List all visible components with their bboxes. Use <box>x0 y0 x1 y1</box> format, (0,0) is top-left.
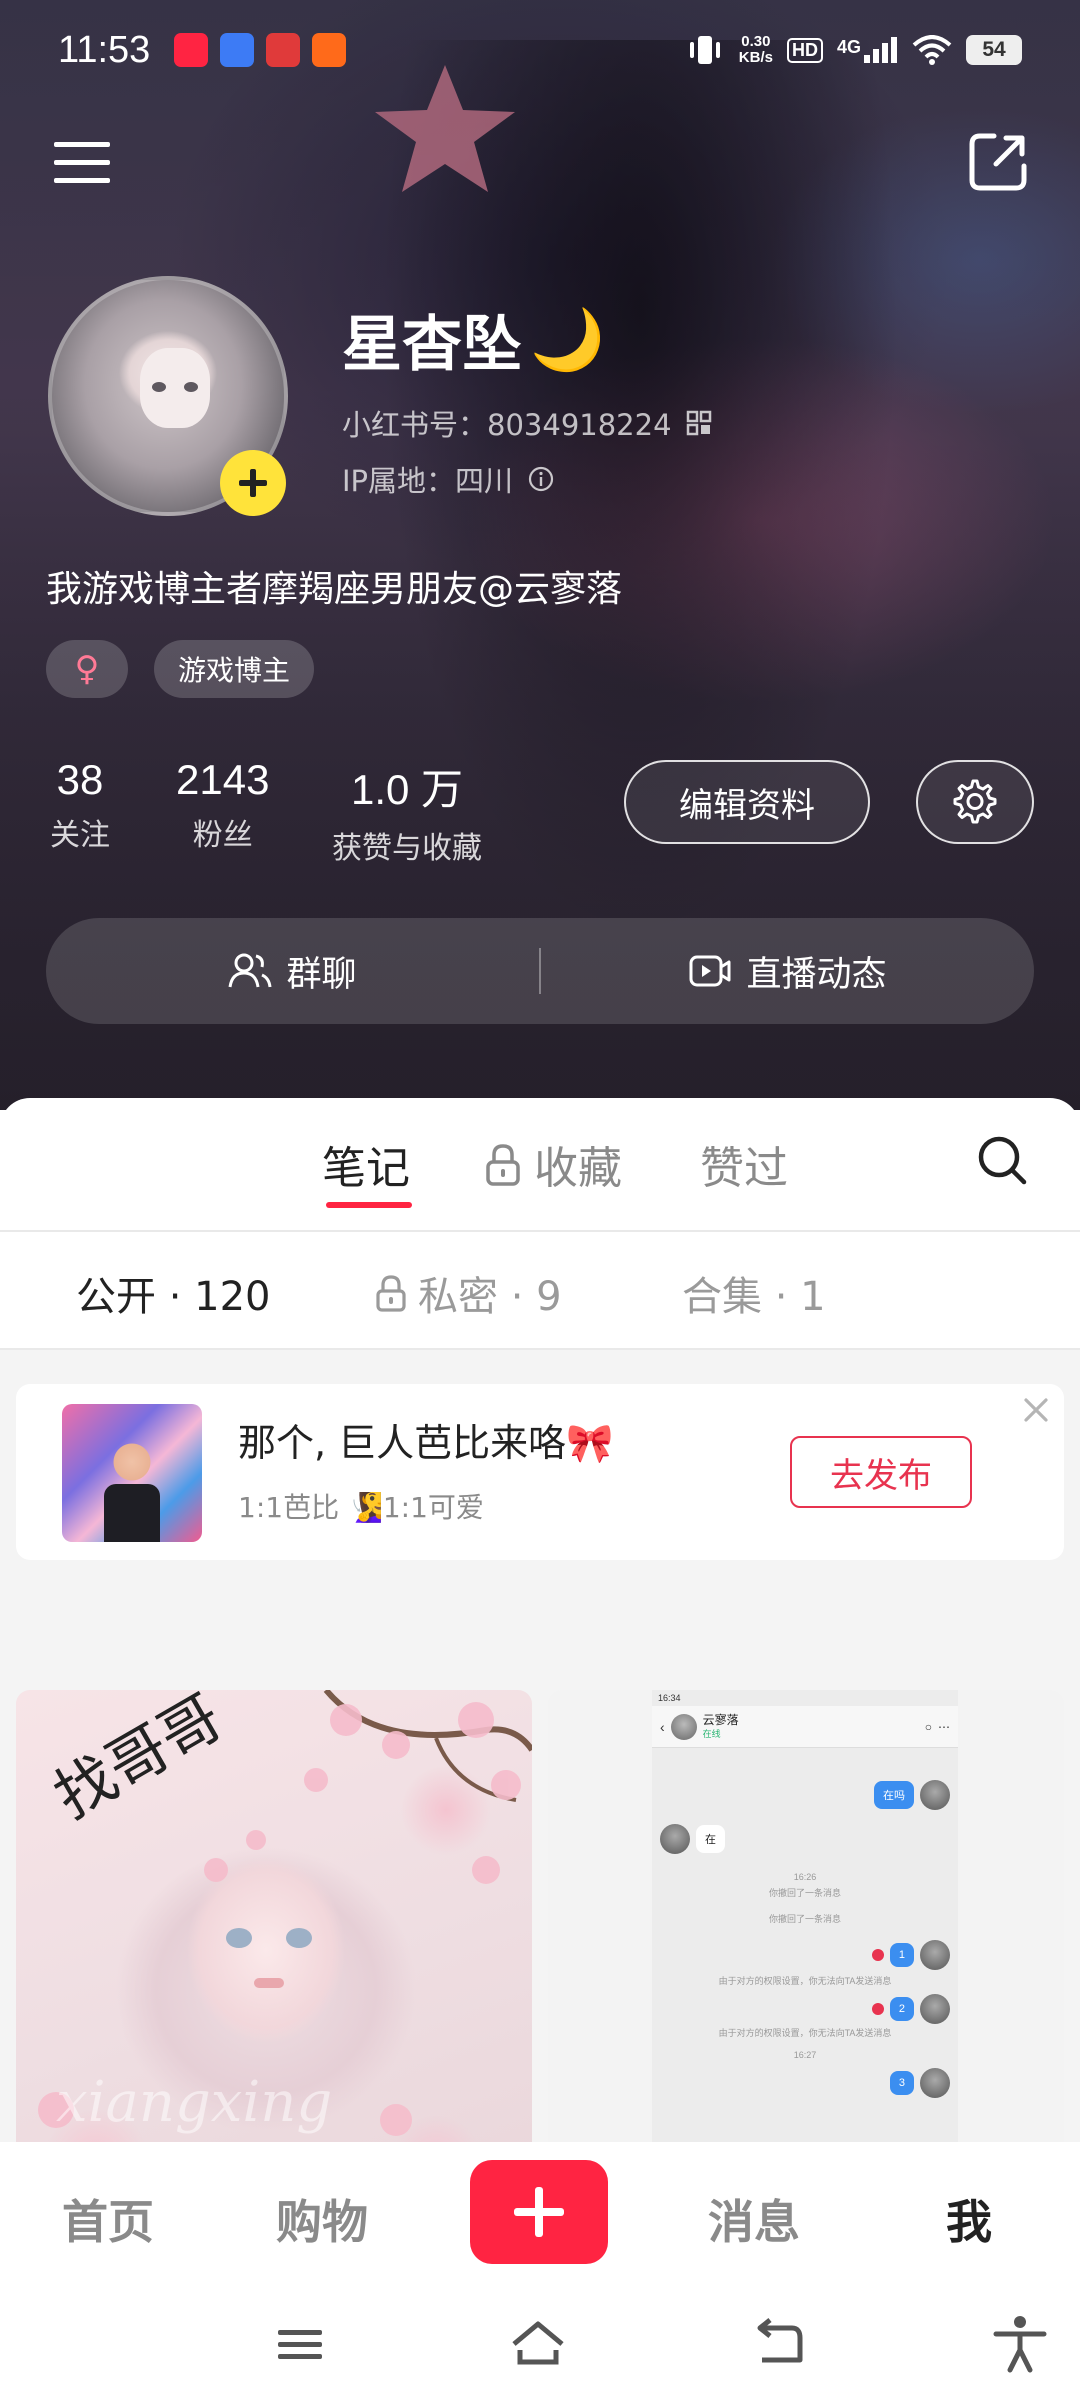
nickname-text: 星杳坠 <box>342 310 522 380</box>
back-icon[interactable] <box>748 2314 808 2374</box>
tab-liked[interactable]: 赞过 <box>700 1132 788 1196</box>
more-icon: ⋯ <box>938 1719 950 1734</box>
network-speed: 0.30 KB/s <box>738 33 773 66</box>
group-icon <box>228 953 272 988</box>
menu-icon[interactable] <box>50 130 114 194</box>
nav-me[interactable]: 我 <box>946 2186 992 2252</box>
stat-likes-collects[interactable]: 1.0 万 获赞与收藏 <box>332 756 482 867</box>
nav-messages[interactable]: 消息 <box>708 2186 800 2252</box>
group-chat-button[interactable]: 群聊 <box>46 946 539 997</box>
tab-collect[interactable]: 收藏 <box>484 1132 622 1196</box>
wifi-icon <box>912 35 952 65</box>
plus-icon <box>239 469 267 497</box>
stat-following[interactable]: 38 关注 <box>50 756 110 854</box>
nav-home[interactable]: 首页 <box>62 2186 154 2252</box>
profile-tags: ♀ 游戏博主 <box>46 640 315 698</box>
wallet-app-icon <box>266 33 301 67</box>
subtab-collection[interactable]: 合集 · 1 <box>682 1264 826 1322</box>
active-tab-indicator <box>326 1202 412 1208</box>
ip-location-row: IP属地：四川 <box>342 458 555 500</box>
vibrate-icon <box>689 36 720 64</box>
notification-icons <box>174 33 347 67</box>
gear-icon <box>953 779 997 824</box>
plus-icon <box>514 2187 564 2237</box>
chat-header: ‹ 云寥落 在线 ○ ⋯ <box>652 1706 958 1748</box>
add-avatar-button[interactable] <box>220 450 286 516</box>
qr-code-icon[interactable] <box>686 410 712 436</box>
xiaohongshu-app-icon <box>174 33 209 67</box>
kuaishou-app-icon <box>312 33 347 67</box>
home-icon[interactable] <box>508 2314 568 2374</box>
stat-followers[interactable]: 2143 粉丝 <box>176 756 269 854</box>
search-icon[interactable] <box>976 1134 1028 1186</box>
user-id-text: 小红书号：8034918224 <box>342 408 672 442</box>
bottom-nav: 首页 购物 消息 我 <box>0 2142 1080 2284</box>
search-icon: ○ <box>924 1719 932 1734</box>
baidu-app-icon <box>220 33 255 67</box>
subtab-private[interactable]: 私密 · 9 <box>374 1264 562 1322</box>
subtab-public[interactable]: 公开 · 120 <box>76 1264 271 1322</box>
system-navigation-bar <box>0 2284 1080 2404</box>
moon-emoji: 🌙 <box>530 305 605 375</box>
gender-tag: ♀ <box>46 640 128 698</box>
accessibility-icon[interactable] <box>990 2314 1050 2374</box>
create-post-button[interactable] <box>470 2160 608 2264</box>
status-time: 11:53 <box>58 28 151 71</box>
live-video-icon <box>689 955 731 987</box>
nickname: 星杳坠 🌙 <box>342 296 605 383</box>
signal-icon: 4G <box>837 37 898 63</box>
note-filter-tabs: 公开 · 120 私密 · 9 合集 · 1 <box>0 1232 1080 1348</box>
close-icon[interactable] <box>1018 1392 1054 1428</box>
recent-apps-icon[interactable] <box>270 2314 330 2374</box>
bio[interactable]: 我游戏博主者摩羯座男朋友@云寥落 <box>46 560 622 612</box>
status-bar: 11:53 0.30 KB/s HD 4G 54 <box>0 0 1080 100</box>
live-feed-button[interactable]: 直播动态 <box>541 946 1034 997</box>
share-icon[interactable] <box>966 130 1030 194</box>
hd-voice-icon: HD <box>786 37 823 63</box>
promo-title: 那个, 巨人芭比来咯🎀 <box>238 1421 614 1465</box>
go-publish-button[interactable]: 去发布 <box>790 1436 972 1508</box>
profile-stats: 38 关注 2143 粉丝 1.0 万 获赞与收藏 <box>0 756 560 866</box>
watermark: xiangxing <box>56 2070 333 2135</box>
lock-icon <box>486 1144 520 1186</box>
nav-shop[interactable]: 购物 <box>276 2186 368 2252</box>
category-tag: 游戏博主 <box>154 640 315 698</box>
lock-icon <box>376 1275 406 1312</box>
battery-icon: 54 <box>966 35 1022 65</box>
user-id-row[interactable]: 小红书号：8034918224 <box>342 402 712 444</box>
back-icon: ‹ <box>660 1718 665 1735</box>
promo-thumbnail <box>62 1404 202 1542</box>
edit-profile-button[interactable]: 编辑资料 <box>624 760 870 844</box>
publish-prompt-card[interactable]: 那个, 巨人芭比来咯🎀 1:1芭比 🧏‍♀️1:1可爱 去发布 <box>16 1384 1064 1560</box>
ip-location-text: IP属地：四川 <box>342 464 514 498</box>
tab-notes[interactable]: 笔记 <box>322 1132 410 1196</box>
avatar <box>670 1713 697 1740</box>
profile-tabs: 笔记 收藏 赞过 <box>0 1098 1080 1230</box>
quick-actions-bar: 群聊 直播动态 <box>46 918 1034 1024</box>
promo-subtitle: 1:1芭比 🧏‍♀️1:1可爱 <box>238 1491 484 1524</box>
info-icon[interactable] <box>527 465 555 493</box>
settings-button[interactable] <box>916 760 1034 844</box>
